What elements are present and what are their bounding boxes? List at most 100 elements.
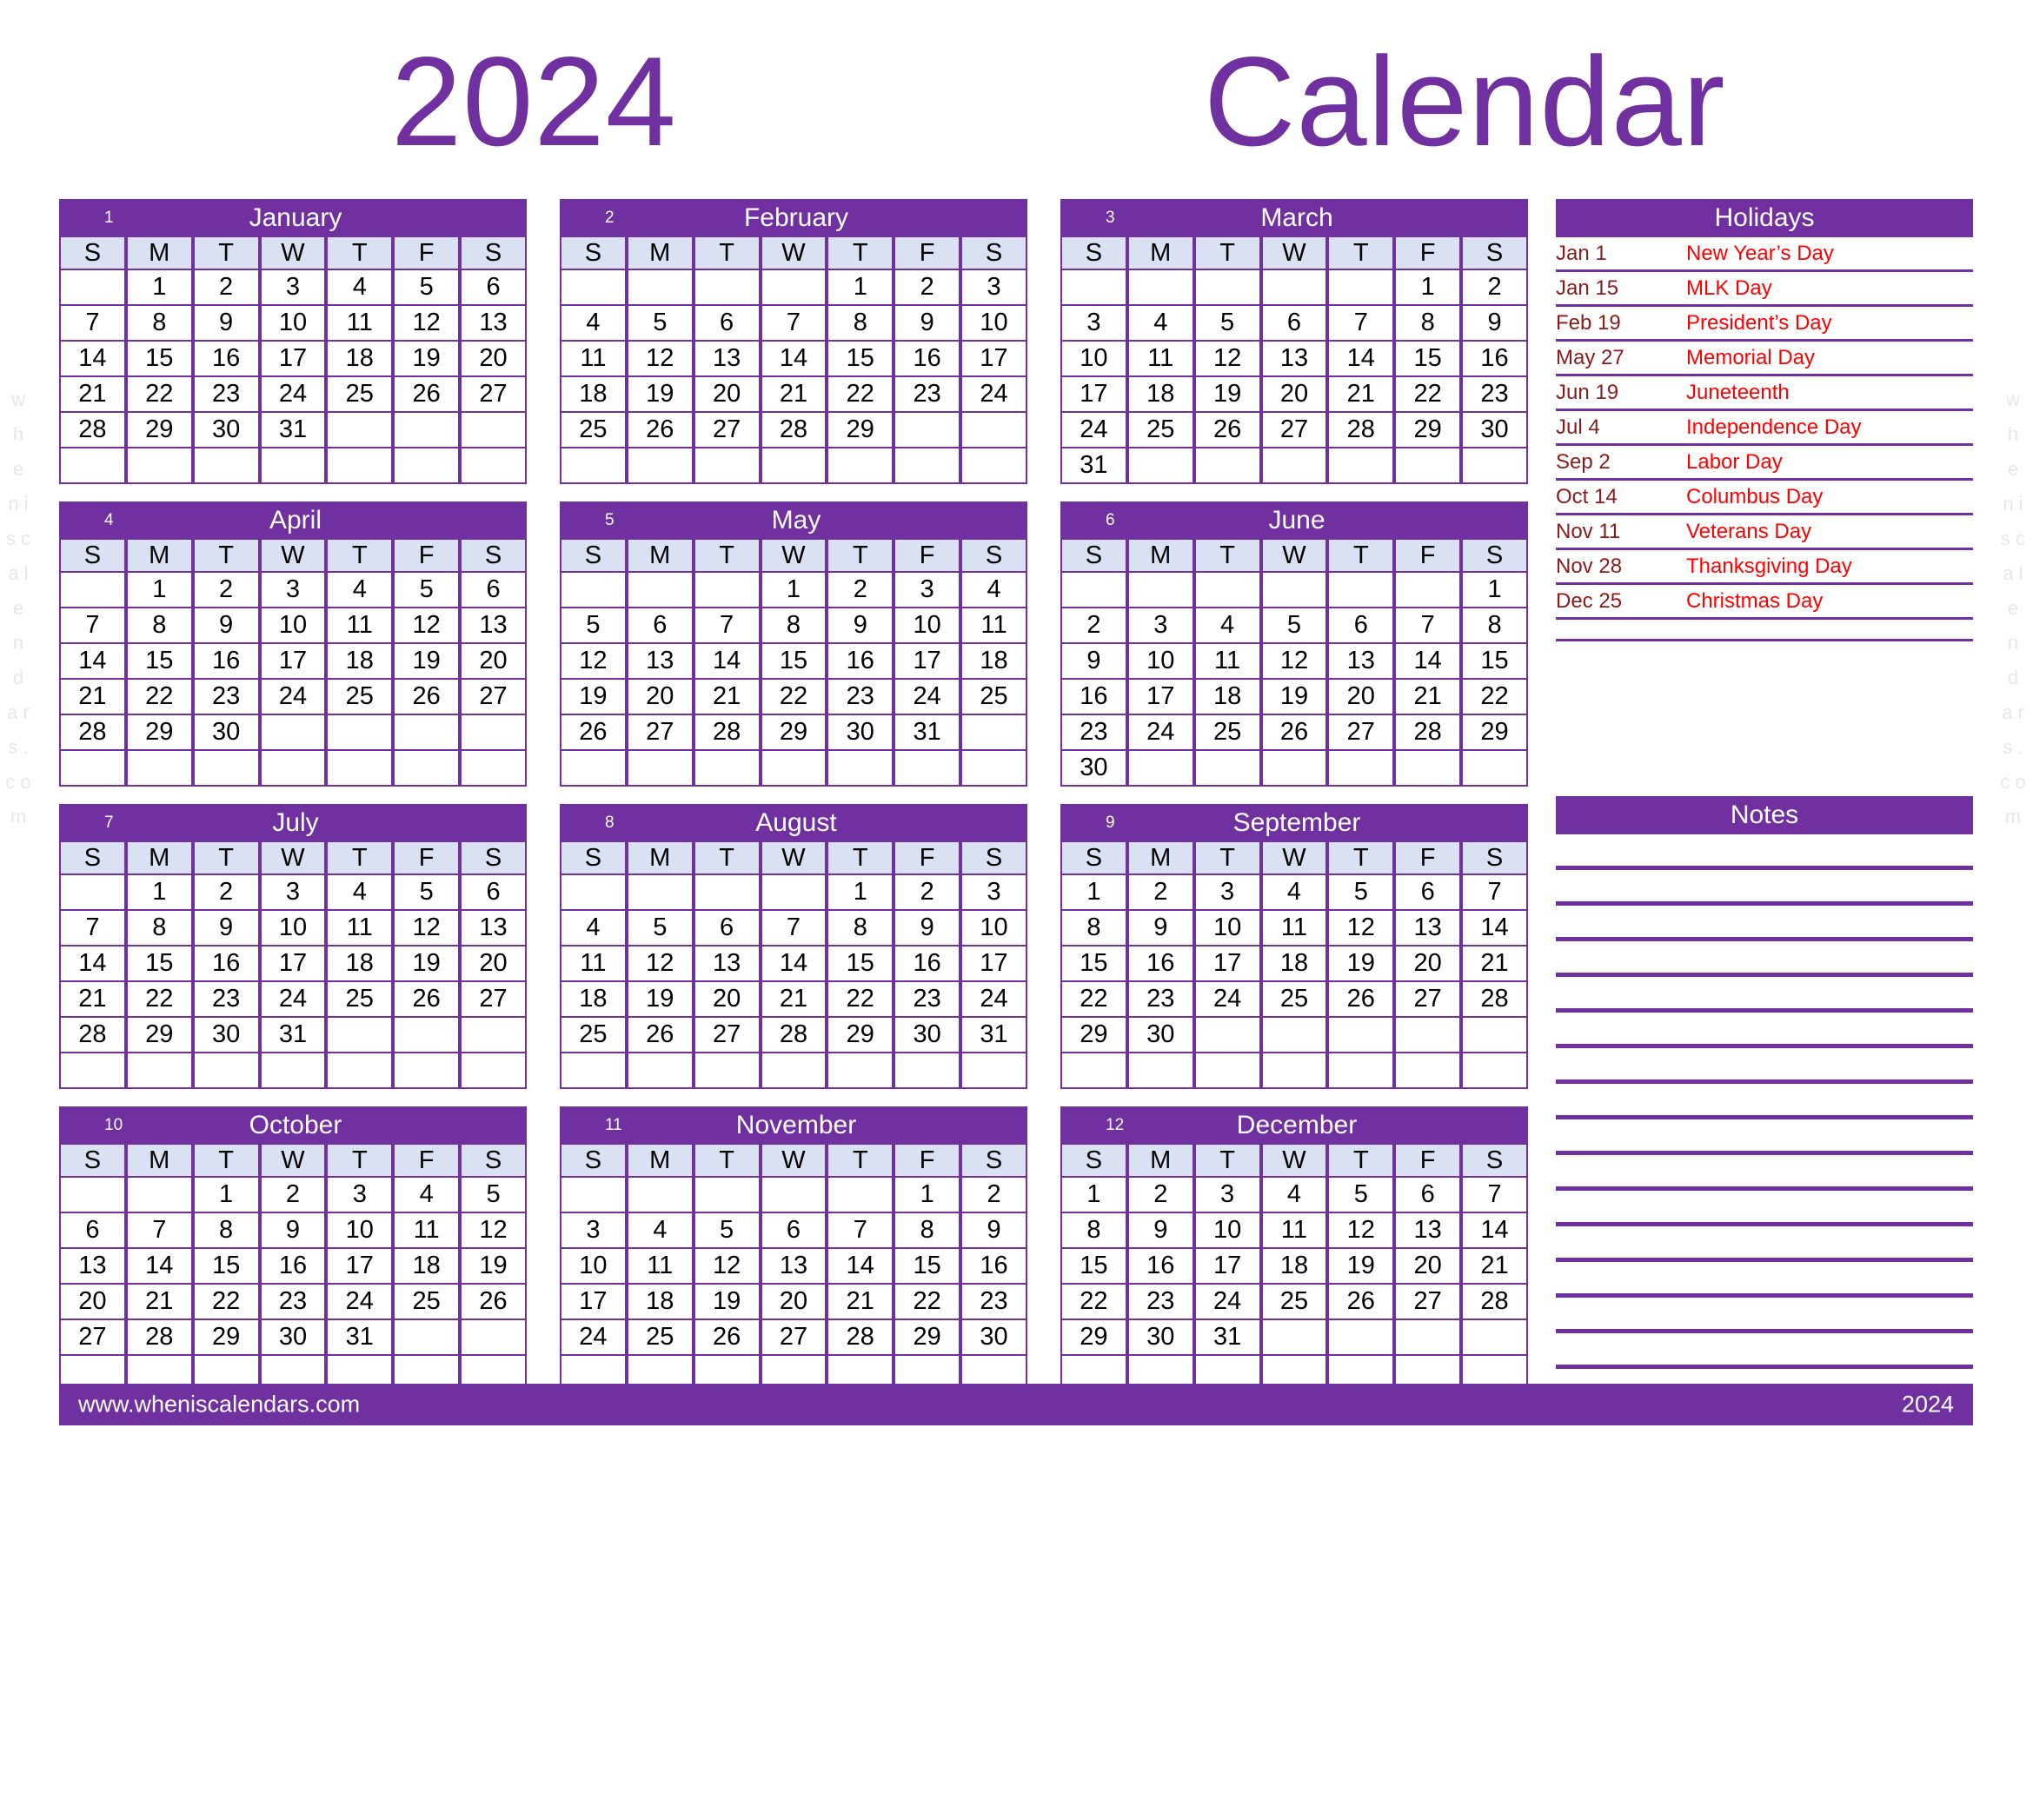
day-cell[interactable]: 25 [1193,715,1261,751]
day-cell[interactable]: 5 [393,875,461,911]
notes-line[interactable] [1556,1191,1973,1226]
day-cell[interactable]: 21 [59,377,126,413]
day-cell[interactable]: 26 [693,1320,761,1356]
day-cell[interactable]: 7 [59,911,126,947]
day-cell[interactable]: 21 [1461,947,1528,982]
day-cell[interactable]: 24 [1126,715,1194,751]
day-cell[interactable]: 9 [960,1213,1027,1249]
day-cell[interactable]: 27 [626,715,694,751]
day-cell[interactable]: 29 [760,715,827,751]
day-cell[interactable]: 18 [393,1249,461,1285]
day-cell[interactable]: 8 [760,608,827,644]
day-cell[interactable]: 14 [827,1249,894,1285]
day-cell[interactable]: 20 [460,342,527,377]
day-cell[interactable]: 7 [59,306,126,342]
day-cell[interactable]: 17 [259,342,327,377]
day-cell[interactable]: 28 [125,1320,193,1356]
day-cell[interactable]: 26 [626,413,694,448]
day-cell[interactable]: 9 [192,911,260,947]
day-cell[interactable]: 5 [393,573,461,608]
day-cell[interactable]: 29 [827,1018,894,1053]
day-cell[interactable]: 15 [125,947,193,982]
day-cell[interactable]: 9 [827,608,894,644]
day-cell[interactable]: 2 [1060,608,1127,644]
day-cell[interactable]: 22 [192,1285,260,1320]
day-cell[interactable]: 21 [1461,1249,1528,1285]
notes-line[interactable] [1556,941,1973,977]
day-cell[interactable]: 24 [960,982,1027,1018]
day-cell[interactable]: 14 [125,1249,193,1285]
day-cell[interactable]: 14 [59,644,126,680]
day-cell[interactable]: 3 [1193,1178,1261,1213]
day-cell[interactable]: 21 [693,680,761,715]
day-cell[interactable]: 28 [1461,1285,1528,1320]
day-cell[interactable]: 26 [1327,1285,1395,1320]
day-cell[interactable]: 19 [626,982,694,1018]
day-cell[interactable]: 18 [1260,1249,1328,1285]
day-cell[interactable]: 20 [693,377,761,413]
day-cell[interactable]: 29 [125,715,193,751]
day-cell[interactable]: 25 [626,1320,694,1356]
day-cell[interactable]: 6 [626,608,694,644]
day-cell[interactable]: 7 [1394,608,1462,644]
day-cell[interactable]: 6 [693,911,761,947]
day-cell[interactable]: 6 [59,1213,126,1249]
day-cell[interactable]: 11 [393,1213,461,1249]
day-cell[interactable]: 8 [894,1213,961,1249]
notes-line[interactable] [1556,1298,1973,1333]
day-cell[interactable]: 28 [760,413,827,448]
day-cell[interactable]: 3 [560,1213,627,1249]
day-cell[interactable]: 11 [326,306,394,342]
day-cell[interactable]: 23 [192,982,260,1018]
day-cell[interactable]: 26 [560,715,627,751]
notes-line[interactable] [1556,1084,1973,1119]
day-cell[interactable]: 10 [1193,911,1261,947]
day-cell[interactable]: 8 [1461,608,1528,644]
day-cell[interactable]: 20 [59,1285,126,1320]
day-cell[interactable]: 27 [460,377,527,413]
day-cell[interactable]: 25 [393,1285,461,1320]
day-cell[interactable]: 1 [827,875,894,911]
day-cell[interactable]: 11 [1260,911,1328,947]
notes-line[interactable] [1556,1048,1973,1084]
day-cell[interactable]: 31 [326,1320,394,1356]
day-cell[interactable]: 28 [59,413,126,448]
day-cell[interactable]: 12 [626,947,694,982]
day-cell[interactable]: 25 [326,982,394,1018]
day-cell[interactable]: 9 [894,911,961,947]
day-cell[interactable]: 28 [1461,982,1528,1018]
day-cell[interactable]: 8 [827,911,894,947]
day-cell[interactable]: 15 [827,947,894,982]
day-cell[interactable]: 17 [960,947,1027,982]
day-cell[interactable]: 14 [760,342,827,377]
day-cell[interactable]: 15 [1060,1249,1127,1285]
day-cell[interactable]: 25 [560,413,627,448]
day-cell[interactable]: 26 [626,1018,694,1053]
day-cell[interactable]: 16 [894,947,961,982]
day-cell[interactable]: 11 [560,342,627,377]
day-cell[interactable]: 10 [1193,1213,1261,1249]
day-cell[interactable]: 9 [1060,644,1127,680]
day-cell[interactable]: 17 [960,342,1027,377]
day-cell[interactable]: 21 [59,982,126,1018]
day-cell[interactable]: 4 [393,1178,461,1213]
day-cell[interactable]: 28 [760,1018,827,1053]
day-cell[interactable]: 19 [393,644,461,680]
day-cell[interactable]: 27 [1394,1285,1462,1320]
day-cell[interactable]: 23 [259,1285,327,1320]
day-cell[interactable]: 5 [693,1213,761,1249]
day-cell[interactable]: 31 [259,413,327,448]
day-cell[interactable]: 8 [1394,306,1462,342]
day-cell[interactable]: 5 [1327,1178,1395,1213]
day-cell[interactable]: 18 [560,377,627,413]
day-cell[interactable]: 22 [1461,680,1528,715]
day-cell[interactable]: 2 [192,270,260,306]
day-cell[interactable]: 7 [1327,306,1395,342]
day-cell[interactable]: 28 [59,1018,126,1053]
day-cell[interactable]: 3 [894,573,961,608]
day-cell[interactable]: 1 [1060,1178,1127,1213]
day-cell[interactable]: 9 [1126,911,1194,947]
day-cell[interactable]: 30 [827,715,894,751]
day-cell[interactable]: 9 [1126,1213,1194,1249]
day-cell[interactable]: 24 [259,680,327,715]
